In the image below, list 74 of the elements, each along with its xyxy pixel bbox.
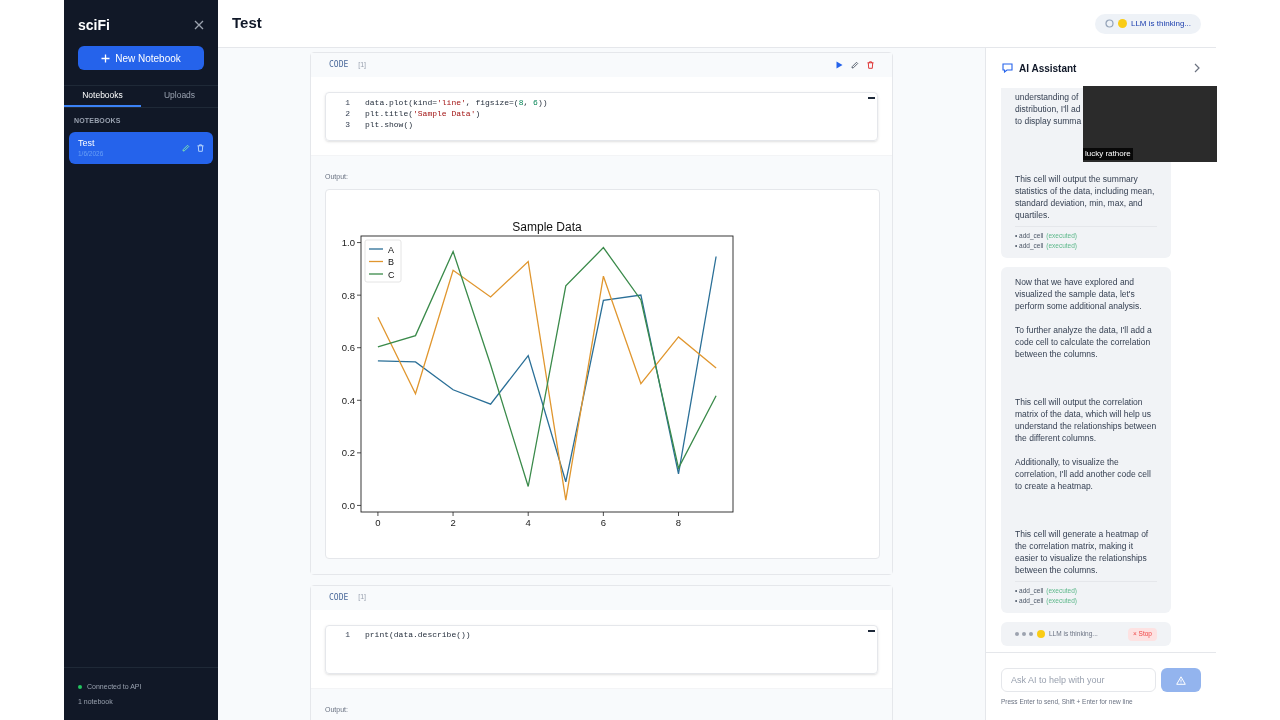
cell-type-label: CODE <box>329 59 349 71</box>
sidebar-tab[interactable]: Uploads <box>141 86 218 107</box>
x-tick <box>678 511 679 516</box>
legend-box <box>364 239 402 282</box>
y-tick <box>356 346 362 348</box>
x-tick <box>527 511 529 516</box>
x-tick-label: 4 <box>525 516 531 528</box>
code-editor[interactable]: 1 data.plot(kind='line', figsize=(8, 6)) 2 plt.title('Sample Data') 3 plt.show() <box>325 92 878 141</box>
message-text: Additionally, to visualize the correlation, I'll add another code cell to create a heatmap. <box>1015 456 1152 492</box>
y-tick-label: 0.6 <box>341 341 355 353</box>
message-text: Now that we have explored and visualized the sample data, let's perform some additional analysis. <box>1015 276 1143 312</box>
chart-title: Sample Data <box>512 219 582 234</box>
code-line: data.plot(kind='line', figsize=(8, 6)) <box>365 96 548 109</box>
warning-icon <box>1176 675 1186 685</box>
x-tick-label: 6 <box>600 516 606 528</box>
legend-label: A <box>388 244 394 254</box>
collapse-handle[interactable] <box>868 97 875 99</box>
spinner-icon <box>1104 19 1114 28</box>
status-text: LLM is thinking... <box>1130 17 1191 30</box>
message-text: This cell will output the correlation matrix of the data, which will help us understand the relationships between the different columns. <box>1015 396 1157 444</box>
y-tick-label: 0.0 <box>341 499 355 511</box>
message-text: To further analyze the data, I'll add a code cell to calculate the correlation between the columns. <box>1015 324 1153 360</box>
message-input[interactable]: Ask AI to help with your <box>1001 668 1156 692</box>
y-tick <box>356 451 362 453</box>
line-number: 3 <box>344 118 350 131</box>
x-tick <box>602 511 604 516</box>
legend-label: B <box>388 256 394 267</box>
cell-type-label: CODE <box>329 591 349 604</box>
y-tick-label: 0.4 <box>341 394 355 406</box>
thinking-face-icon <box>1117 19 1127 28</box>
notebook-title: Test <box>232 13 262 34</box>
close-button[interactable] <box>194 20 204 30</box>
code-line: print(data.describe()) <box>365 629 471 641</box>
y-tick <box>356 504 362 506</box>
y-tick-label: 1.0 <box>341 236 355 248</box>
collapse-handle[interactable] <box>868 629 875 632</box>
typing-dots-icon <box>1015 632 1033 636</box>
play-icon[interactable] <box>836 61 843 69</box>
notebook-name: Test <box>78 137 96 149</box>
new-notebook-button[interactable]: New Notebook <box>78 46 204 70</box>
collapse-button[interactable] <box>1194 63 1200 73</box>
code-line: plt.title('Sample Data') <box>365 107 481 120</box>
message-text: This cell will output the summary statistics of the data, including mean, standard deviation, min, max, and quartiles. <box>1015 173 1156 221</box>
message-text: understanding of distribution, I'll ad to display summa <box>1015 91 1083 127</box>
plus-icon <box>101 53 111 63</box>
sidebar-tab[interactable]: Notebooks <box>64 86 141 107</box>
app-title: sciFi <box>78 15 110 35</box>
legend-label: C <box>388 269 395 279</box>
legend-swatch <box>368 272 384 275</box>
line-number: 1 <box>344 96 350 109</box>
x-tick <box>452 511 454 516</box>
y-tick-label: 0.8 <box>341 289 355 301</box>
x-tick-label: 2 <box>450 516 456 528</box>
chevron-right-icon <box>1194 63 1200 73</box>
y-tick <box>356 399 362 401</box>
chat-icon <box>1002 63 1013 73</box>
code-line: plt.show() <box>365 118 413 131</box>
line-number: 2 <box>344 107 350 120</box>
trash-icon[interactable] <box>867 61 874 69</box>
panel-title: AI Assistant <box>1019 61 1077 76</box>
line-number: 1 <box>344 629 350 641</box>
x-tick-label: 8 <box>675 516 682 528</box>
x-tick-label: 0 <box>375 516 381 528</box>
participant-name: lucky rathore <box>1083 148 1133 160</box>
y-tick <box>356 241 362 243</box>
x-tick <box>377 511 379 516</box>
legend-swatch <box>368 247 384 250</box>
thinking-face-icon <box>1037 630 1045 638</box>
y-tick <box>356 294 362 296</box>
close-icon <box>194 20 204 30</box>
y-tick-label: 0.2 <box>341 446 355 458</box>
code-editor[interactable]: 1 print(data.describe()) <box>325 624 878 674</box>
pencil-icon[interactable] <box>851 61 859 69</box>
message-text: This cell will generate a heatmap of the correlation matrix, making it easier to visualize the relationships between the columns. <box>1015 528 1150 576</box>
